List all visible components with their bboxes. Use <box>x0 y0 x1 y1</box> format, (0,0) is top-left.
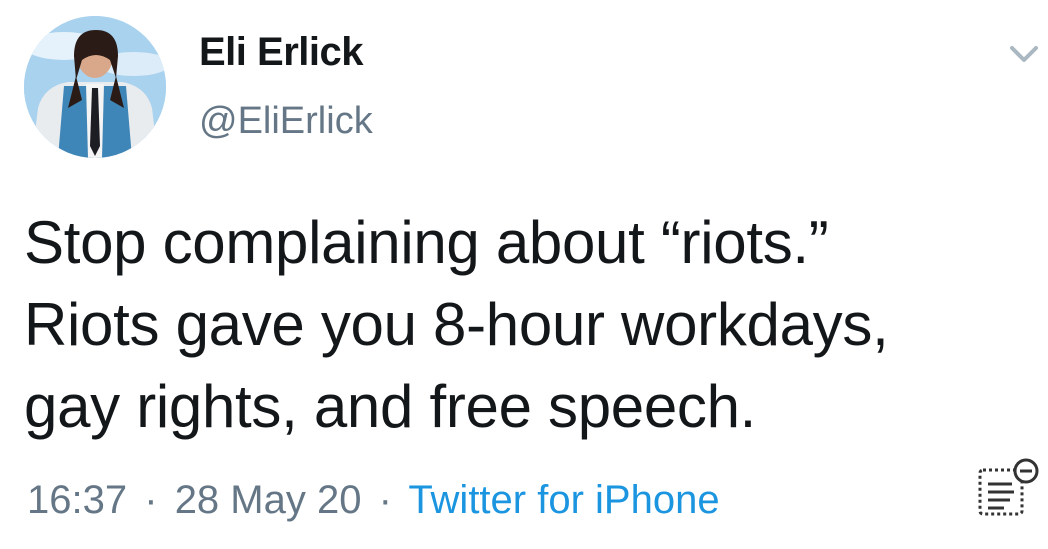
avatar-image <box>24 16 166 158</box>
avatar[interactable] <box>24 16 166 158</box>
tweet-text-line: Riots gave you 8-hour workdays, <box>24 291 889 358</box>
chevron-down-icon[interactable] <box>1004 40 1044 70</box>
tweet-card: Eli Erlick @EliErlick Stop complaining a… <box>0 0 1048 549</box>
user-handle[interactable]: @EliErlick <box>199 100 373 143</box>
reader-mode-icon[interactable] <box>974 458 1042 520</box>
tweet-text-line: gay rights, and free speech. <box>24 373 757 440</box>
tweet-source-link[interactable]: Twitter for iPhone <box>408 478 719 522</box>
tweet-meta: 16:37 · 28 May 20 · Twitter for iPhone <box>27 478 720 523</box>
tweet-date[interactable]: 28 May 20 <box>175 478 362 522</box>
tweet-time[interactable]: 16:37 <box>27 478 127 522</box>
meta-separator: · <box>378 478 392 522</box>
tweet-text-line: Stop complaining about “riots.” <box>24 209 829 276</box>
tweet-text: Stop complaining about “riots.” Riots ga… <box>24 202 1014 448</box>
display-name[interactable]: Eli Erlick <box>199 30 363 75</box>
meta-separator: · <box>144 478 158 522</box>
